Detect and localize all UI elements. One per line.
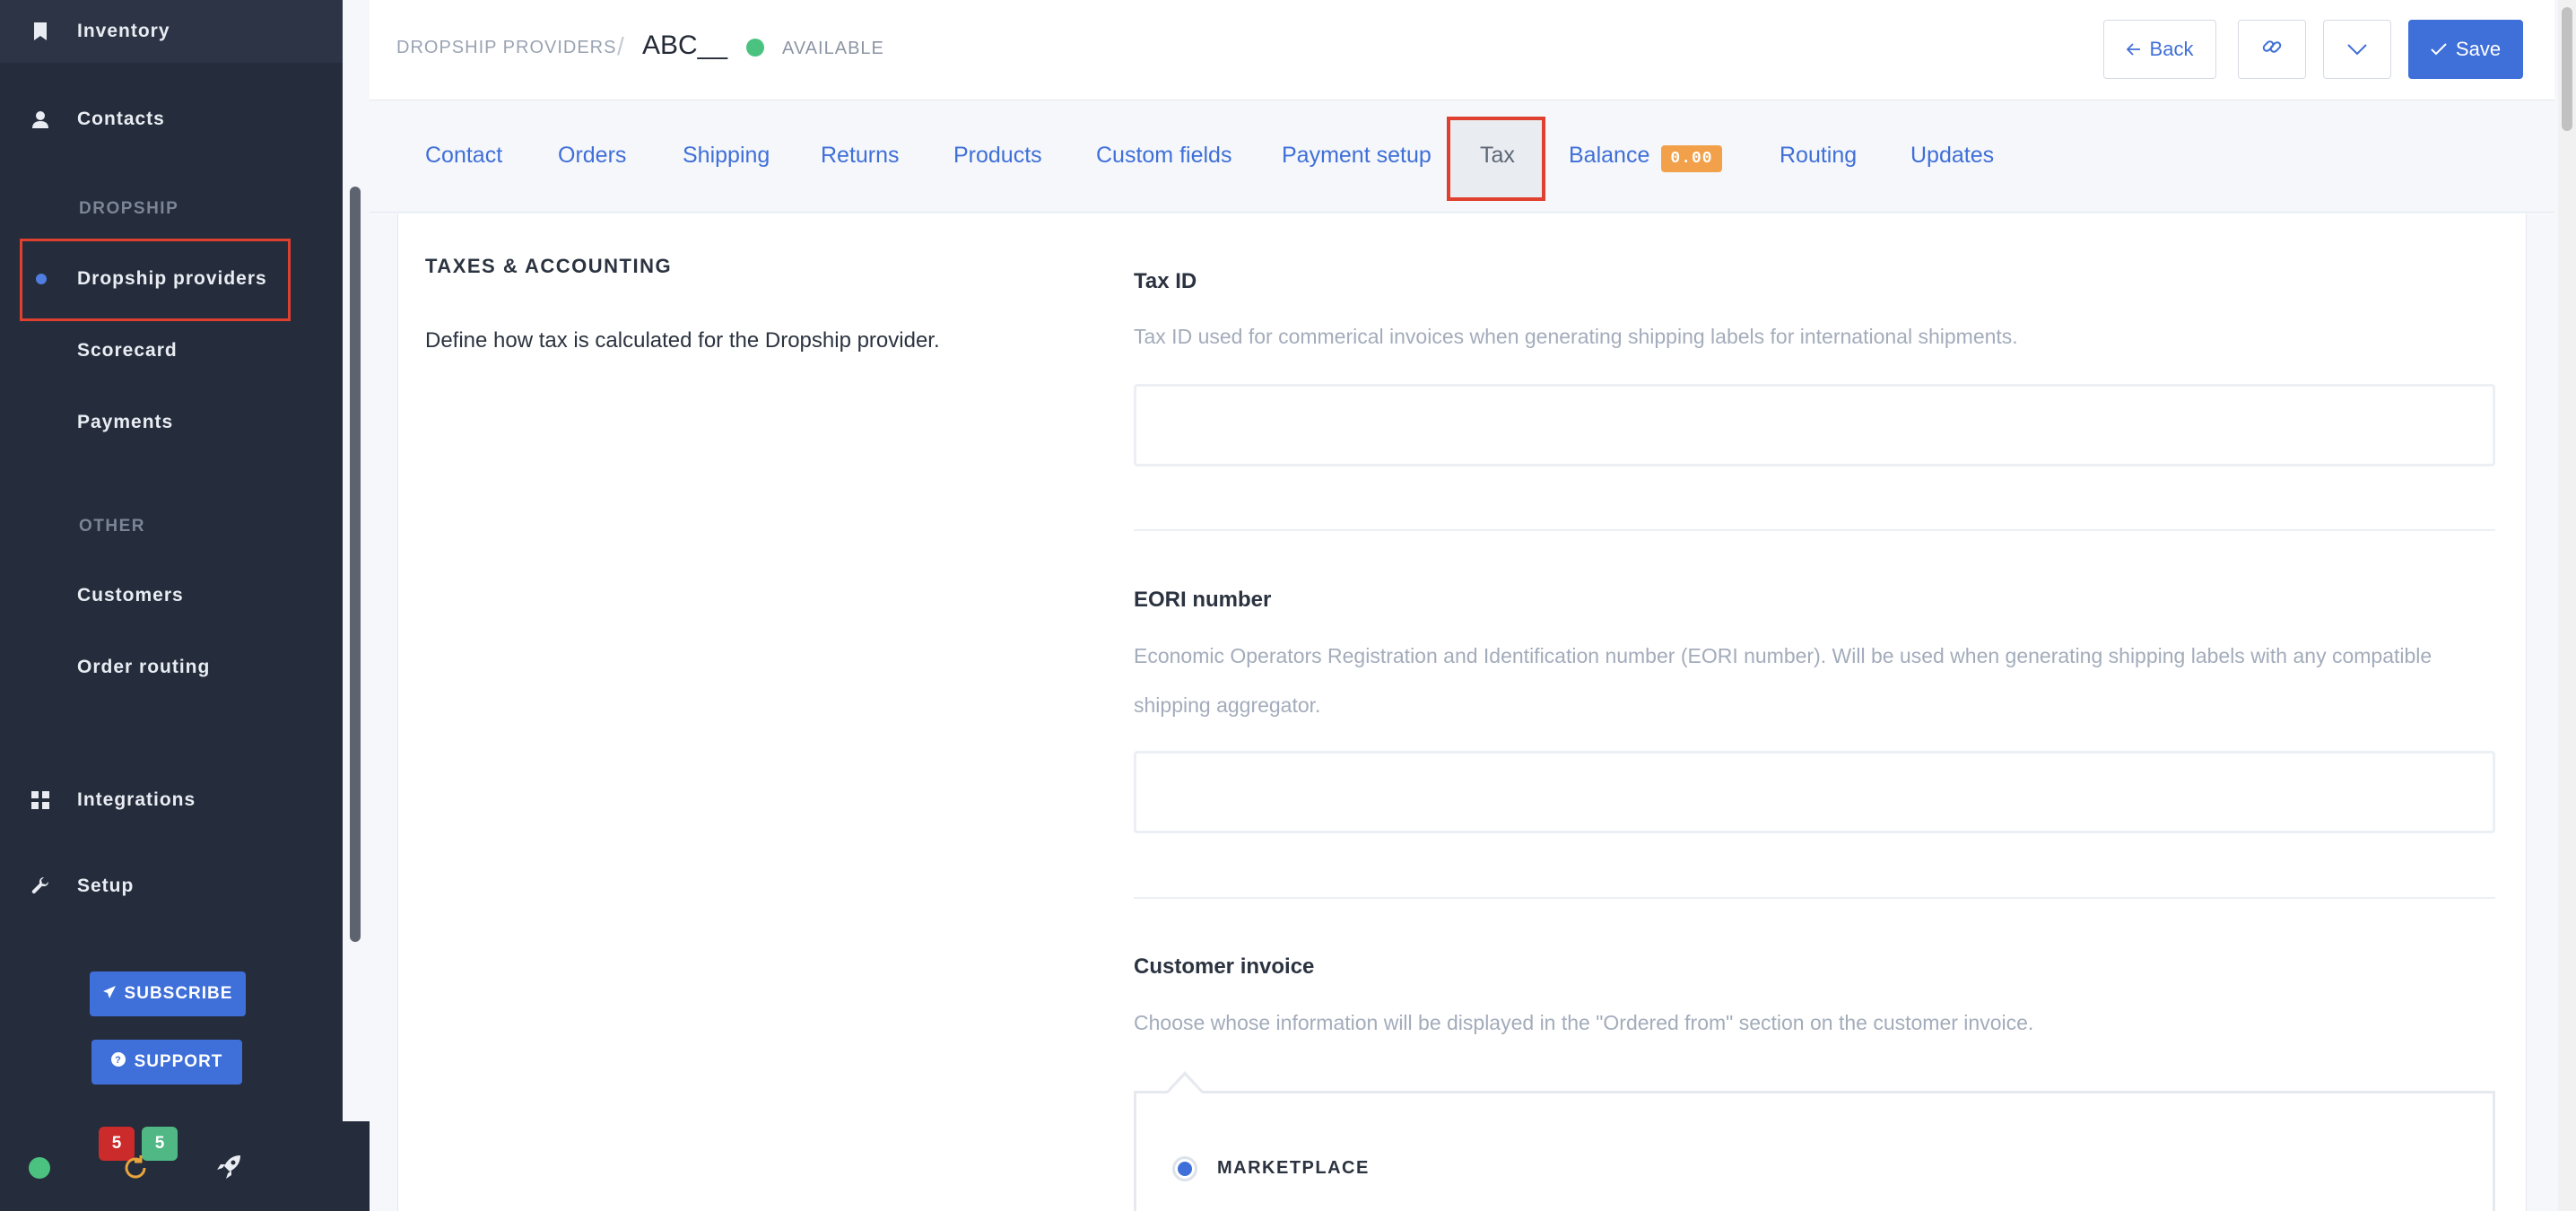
sidebar-item-label: Dropship providers — [77, 268, 267, 289]
balance-badge: 0.00 — [1661, 145, 1722, 172]
sidebar-item-payments[interactable]: Payments — [0, 391, 343, 454]
back-label: Back — [2149, 38, 2194, 60]
page-header: DROPSHIP PROVIDERS / ABC__ AVAILABLE Bac… — [370, 0, 2554, 100]
sidebar-item-label: Setup — [77, 876, 135, 896]
save-label: Save — [2455, 38, 2502, 60]
breadcrumb[interactable]: DROPSHIP PROVIDERS — [396, 38, 616, 58]
paper-plane-icon — [102, 984, 116, 1004]
marketplace-radio[interactable] — [1172, 1156, 1197, 1181]
rocket-icon[interactable] — [215, 1154, 242, 1185]
tab-tax[interactable]: Tax — [1480, 143, 1515, 169]
invoice-option-card[interactable]: MARKETPLACE — [1134, 1091, 2495, 1211]
support-button[interactable]: ? SUPPORT — [91, 1040, 242, 1085]
sidebar-item-integrations[interactable]: Integrations — [0, 769, 343, 832]
eori-help: Economic Operators Registration and Iden… — [1134, 644, 2432, 717]
refresh-icon[interactable] — [121, 1154, 150, 1187]
link-button[interactable] — [2238, 20, 2306, 79]
section-title: TAXES & ACCOUNTING — [425, 255, 673, 277]
divider — [1134, 529, 2495, 531]
page-title: ABC__ — [642, 30, 728, 60]
sidebar-item-contacts[interactable]: Contacts — [0, 88, 343, 151]
tab-balance[interactable]: Balance — [1569, 143, 1649, 169]
card-caret-inner — [1168, 1076, 1202, 1093]
tab-products[interactable]: Products — [953, 143, 1042, 169]
main-content: TAXES & ACCOUNTING Define how tax is cal… — [397, 213, 2527, 1211]
sidebar-item-label: Order routing — [77, 657, 211, 677]
sidebar-item-customers[interactable]: Customers — [0, 564, 343, 627]
sidebar-section-other: OTHER — [79, 517, 145, 536]
tab-orders[interactable]: Orders — [558, 143, 626, 169]
divider — [1134, 897, 2495, 899]
user-icon — [30, 109, 50, 129]
sidebar-item-inventory[interactable]: Inventory — [0, 0, 343, 63]
breadcrumb-separator: / — [617, 32, 624, 60]
sidebar-item-label: Inventory — [77, 21, 170, 41]
check-icon — [2431, 38, 2447, 61]
tab-returns[interactable]: Returns — [821, 143, 900, 169]
svg-text:?: ? — [115, 1055, 122, 1066]
tab-contact[interactable]: Contact — [425, 143, 502, 169]
sidebar-item-label: Payments — [77, 412, 174, 432]
sidebar-item-order-routing[interactable]: Order routing — [0, 636, 343, 699]
customer-invoice-help: Choose whose information will be display… — [1134, 1011, 2034, 1034]
status-dot — [746, 39, 764, 57]
eori-label: EORI number — [1134, 588, 1272, 612]
sidebar-item-label: Customers — [77, 585, 184, 606]
wrench-icon — [30, 876, 50, 896]
tax-id-help: Tax ID used for commerical invoices when… — [1134, 325, 2018, 348]
bookmark-icon — [30, 22, 50, 41]
page-scrollbar-thumb[interactable] — [2562, 7, 2572, 131]
grid-icon — [30, 790, 50, 810]
subscribe-button[interactable]: SUBSCRIBE — [90, 971, 246, 1016]
tax-id-label: Tax ID — [1134, 269, 1197, 293]
active-indicator — [36, 274, 47, 284]
tax-id-field[interactable] — [1134, 384, 2495, 466]
link-icon — [2260, 35, 2284, 64]
radio-selected-dot — [1178, 1162, 1192, 1176]
sidebar-item-scorecard[interactable]: Scorecard — [0, 319, 343, 382]
page-scrollbar[interactable] — [2558, 0, 2576, 1211]
sidebar-item-label: Contacts — [77, 109, 165, 129]
more-options-button[interactable] — [2323, 20, 2391, 79]
sidebar-section-dropship: DROPSHIP — [79, 199, 179, 218]
subscribe-label: SUBSCRIBE — [124, 984, 233, 1003]
sidebar-scrollbar[interactable] — [350, 187, 361, 942]
online-status-icon — [29, 1157, 50, 1179]
tab-routing[interactable]: Routing — [1780, 143, 1857, 169]
sidebar-item-label: Scorecard — [77, 340, 178, 361]
status-badge: AVAILABLE — [782, 39, 884, 58]
back-button[interactable]: Back — [2103, 20, 2216, 79]
help-circle-icon: ? — [110, 1052, 126, 1072]
sidebar-item-setup[interactable]: Setup — [0, 855, 343, 918]
customer-invoice-label: Customer invoice — [1134, 954, 1315, 979]
tab-custom-fields[interactable]: Custom fields — [1096, 143, 1231, 169]
sidebar: Inventory Contacts DROPSHIP Dropship pro… — [0, 0, 343, 1211]
marketplace-option-label: MARKETPLACE — [1217, 1158, 1370, 1178]
tab-shipping[interactable]: Shipping — [683, 143, 770, 169]
sidebar-item-label: Integrations — [77, 789, 196, 810]
section-description: Define how tax is calculated for the Dro… — [425, 328, 940, 353]
arrow-left-icon — [2126, 38, 2141, 61]
sidebar-item-dropship-providers[interactable]: Dropship providers — [0, 248, 343, 310]
chevron-down-icon — [2346, 38, 2368, 61]
tab-updates[interactable]: Updates — [1910, 143, 1994, 169]
save-button[interactable]: Save — [2408, 20, 2523, 79]
sidebar-footer: 5 5 — [0, 1121, 370, 1211]
support-label: SUPPORT — [134, 1052, 223, 1071]
eori-field[interactable] — [1134, 751, 2495, 833]
tab-payment-setup[interactable]: Payment setup — [1282, 143, 1432, 169]
tab-bar: Contact Orders Shipping Returns Products… — [370, 101, 2554, 213]
